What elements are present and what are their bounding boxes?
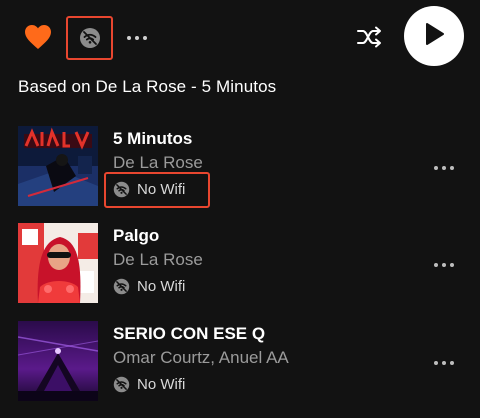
offline-status: No Wifi (113, 374, 185, 394)
track-title: SERIO CON ESE Q (113, 324, 266, 343)
no-wifi-icon (113, 376, 130, 393)
shuffle-icon[interactable] (357, 25, 383, 49)
track-row[interactable]: 5 Minutos De La Rose No Wifi (0, 126, 480, 208)
album-art[interactable] (18, 126, 98, 206)
play-button[interactable] (404, 6, 464, 66)
track-row[interactable]: Palgo De La Rose No Wifi (0, 223, 480, 305)
play-icon (423, 22, 445, 51)
highlight-annotation (104, 172, 210, 208)
album-art[interactable] (18, 321, 98, 401)
offline-status: No Wifi (113, 276, 185, 296)
track-row[interactable]: SERIO CON ESE Q Omar Courtz, Anuel AA No… (0, 321, 480, 403)
track-artist: Omar Courtz, Anuel AA (113, 348, 289, 367)
status-label: No Wifi (137, 277, 186, 295)
track-more-icon[interactable] (433, 160, 455, 170)
no-wifi-icon (79, 27, 101, 49)
track-artist: De La Rose (113, 250, 203, 269)
status-label: No Wifi (137, 375, 186, 393)
track-title: Palgo (113, 226, 160, 245)
more-options-icon[interactable] (126, 30, 148, 40)
album-art[interactable] (18, 223, 98, 303)
player-header (0, 0, 480, 75)
playlist-subtitle: Based on De La Rose - 5 Minutos (18, 77, 277, 96)
track-more-icon[interactable] (433, 257, 455, 267)
track-title: 5 Minutos (113, 129, 193, 148)
no-wifi-button[interactable] (66, 16, 113, 60)
track-artist: De La Rose (113, 153, 203, 172)
heart-icon[interactable] (24, 24, 52, 50)
no-wifi-icon (113, 278, 130, 295)
track-more-icon[interactable] (433, 355, 455, 365)
